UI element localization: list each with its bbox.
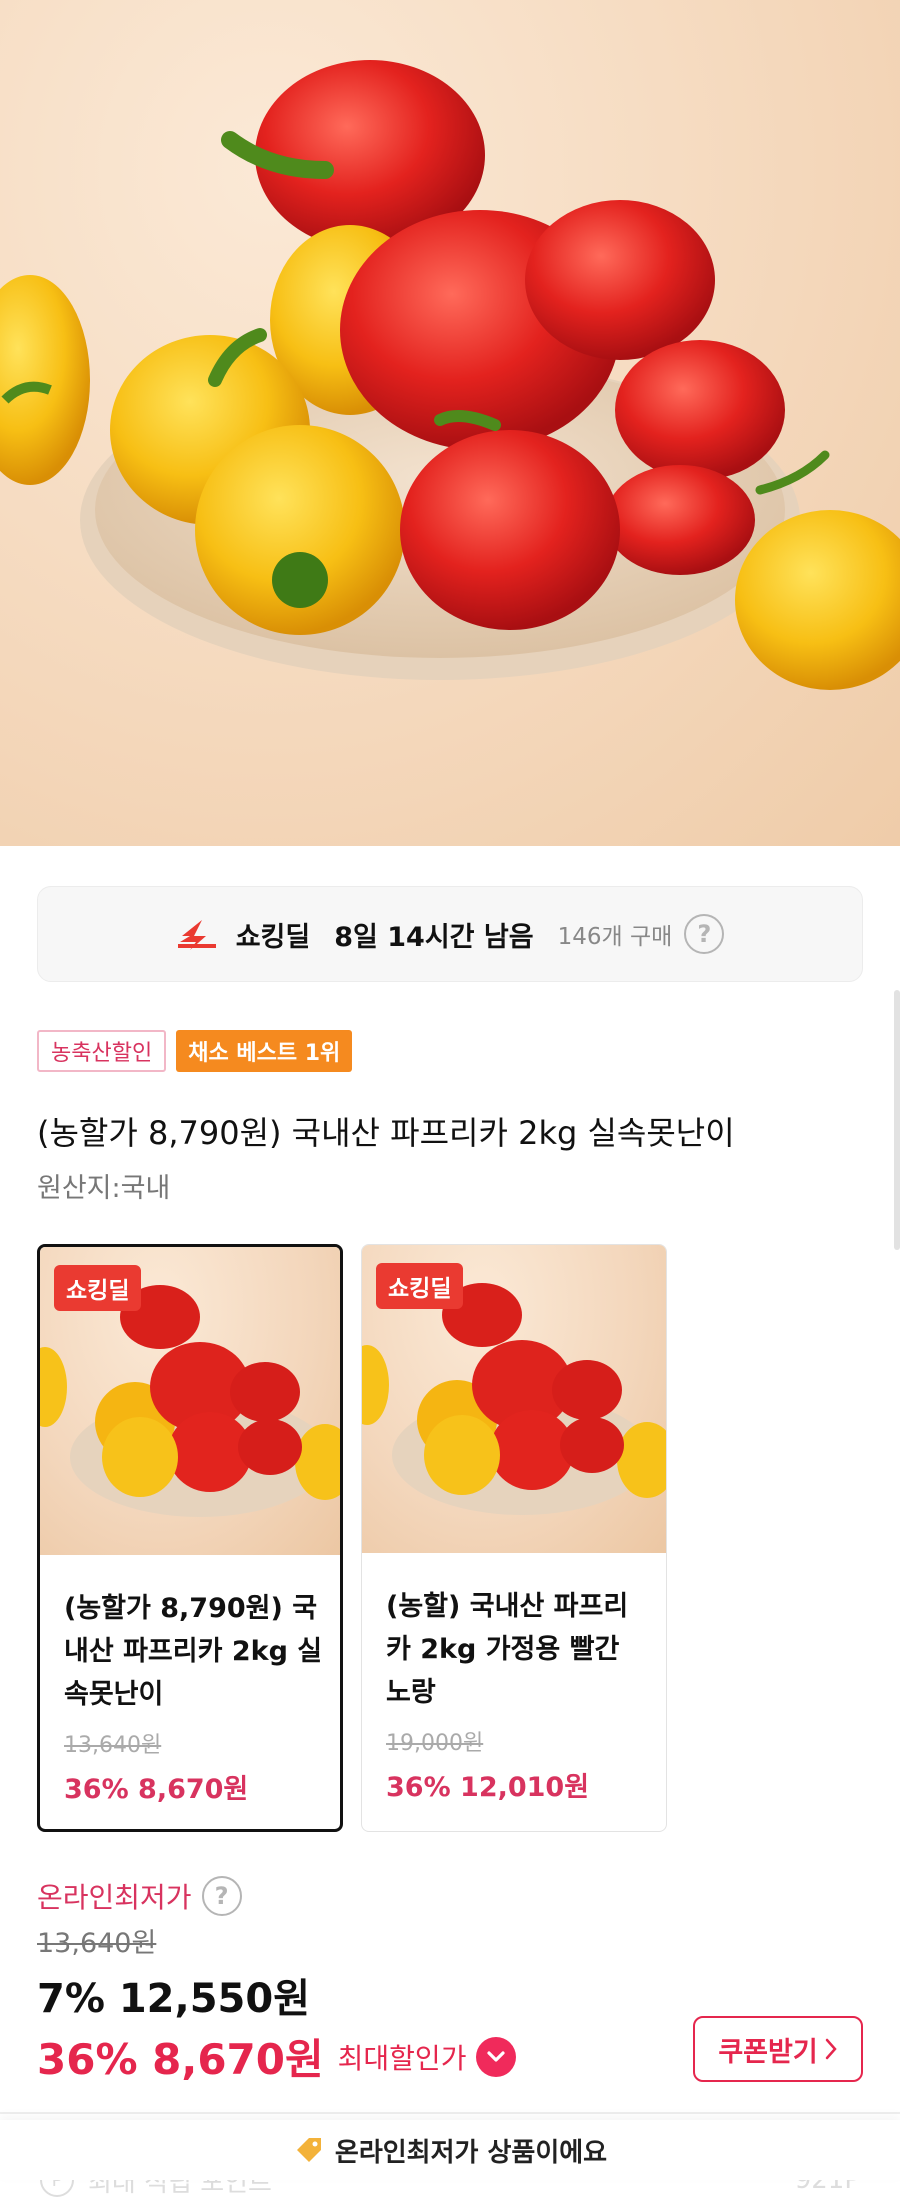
option-original-price: 19,000원 [386,1731,484,1756]
sale-price: 7% 12,550원 [37,1976,310,2022]
max-discount-price: 36% 8,670원 [37,2035,324,2084]
price-tag-icon [296,2138,321,2162]
option-price: 36% 8,670원 [64,1774,249,1805]
option-price: 36% 12,010원 [386,1772,590,1803]
get-coupon-button[interactable]: 쿠폰받기 [693,2016,863,2082]
product-title: (농할가 8,790원) 국내산 파프리카 2kg 실속못난이 [37,1114,735,1152]
option-deal-tag: 쇼킹딜 [376,1263,464,1309]
help-icon[interactable]: ? [684,914,725,954]
online-lowest-label: 온라인최저가 [37,1881,192,1914]
option-name: (농할) 국내산 파프리카 2kg 가정용 빨간 노랑 [386,1591,629,1708]
option-deal-tag: 쇼킹딜 [54,1265,142,1311]
max-discount-label: 최대할인가 [337,2041,467,2075]
section-divider [0,2112,900,2114]
lowest-price-notice: 온라인최저가 상품이에요 [0,2120,900,2180]
option-card-1[interactable]: 쇼킹딜 (농할가 8,790원) 국내산 파프리카 2kg 실속못난이 13,6… [37,1244,343,1832]
scrollbar-thumb[interactable] [894,990,900,1250]
shocking-deal-icon [177,920,216,950]
product-badges: 농축산할인 채소 베스트 1위 [37,1030,353,1072]
chevron-down-icon[interactable] [476,2036,517,2077]
option-original-price: 13,640원 [64,1733,162,1758]
product-origin: 원산지:국내 [37,1173,171,1204]
deal-time-left: 8일 14시간 남음 [334,921,534,953]
max-discount-row[interactable]: 36% 8,670원 최대할인가 [37,2026,517,2087]
product-hero-image [0,0,900,846]
original-price: 13,640원 [37,1928,157,1959]
option-card-2[interactable]: 쇼킹딜 (농할) 국내산 파프리카 2kg 가정용 빨간 노랑 19,000원 … [361,1244,667,1832]
online-lowest-price-row: 온라인최저가 ? [37,1876,242,1916]
category-badge: 농축산할인 [37,1030,167,1072]
help-icon[interactable]: ? [201,1876,242,1916]
coupon-button-label: 쿠폰받기 [718,2036,818,2068]
deal-title: 쇼킹딜 [235,921,311,953]
notice-text: 온라인최저가 상품이에요 [334,2137,608,2168]
chevron-right-icon [825,2038,837,2060]
shocking-deal-bar[interactable]: 쇼킹딜 8일 14시간 남음 146개 구매 ? [37,886,863,982]
option-name: (농할가 8,790원) 국내산 파프리카 2kg 실속못난이 [64,1593,323,1710]
rank-badge: 채소 베스트 1위 [176,1030,353,1072]
deal-purchase-count: 146개 구매 [557,924,673,950]
